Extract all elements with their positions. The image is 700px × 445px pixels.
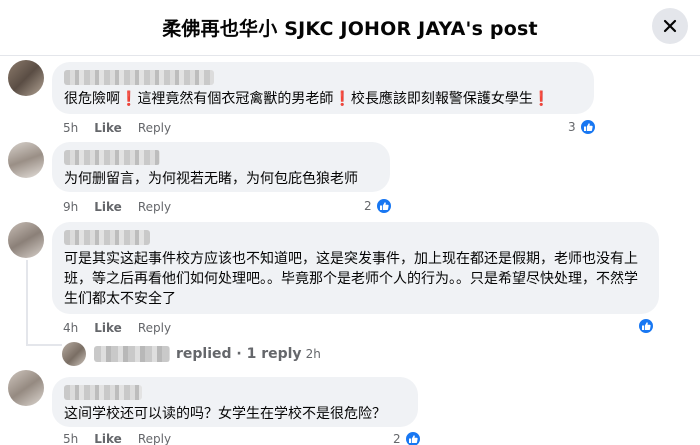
replies-time: 2h <box>305 347 321 361</box>
comment-text: 可是其实这起事件校方应该也不知道吧，这是突发事件，加上现在都还是假期，老师也没有… <box>64 251 638 307</box>
comment-bubble: 这间学校还可以读的吗？女学生在学校不是很危险？ <box>52 377 418 427</box>
comment-text: 为何删留言，为何视若无睹，为何包庇色狼老师 <box>64 171 358 187</box>
comment-time[interactable]: 5h <box>63 121 78 135</box>
comment-text-part: 校長應該即刻報警保護女學生 <box>350 91 533 107</box>
like-reaction-icon <box>578 118 597 136</box>
reaction-summary[interactable] <box>637 317 655 335</box>
comment-text-part: 這裡竟然有個衣冠禽獸的男老師 <box>137 91 334 107</box>
like-button[interactable]: Like <box>94 321 122 335</box>
reaction-count: 2 <box>393 432 401 445</box>
commenter-name-blurred[interactable] <box>64 230 150 245</box>
like-reaction-icon <box>403 430 422 445</box>
like-button[interactable]: Like <box>94 121 122 135</box>
avatar[interactable] <box>8 222 44 258</box>
comment-actions: 5h Like Reply <box>63 432 171 445</box>
thread-line <box>26 260 28 346</box>
reaction-summary[interactable]: 2 <box>393 430 422 445</box>
thread-connector <box>26 344 62 346</box>
comment-time[interactable]: 9h <box>63 200 78 214</box>
comment-text: 这间学校还可以读的吗？女学生在学校不是很危险？ <box>64 406 386 422</box>
reply-button[interactable]: Reply <box>138 321 171 335</box>
like-button[interactable]: Like <box>94 200 122 214</box>
commenter-name-blurred[interactable] <box>64 70 214 85</box>
comment-actions: 9h Like Reply <box>63 200 171 214</box>
commenter-name-blurred[interactable] <box>64 150 160 165</box>
commenter-name-blurred[interactable] <box>64 385 142 400</box>
comment-bubble: 可是其实这起事件校方应该也不知道吧，这是突发事件，加上现在都还是假期，老师也没有… <box>52 222 659 314</box>
comment-actions: 4h Like Reply <box>63 321 171 335</box>
comment-time[interactable]: 4h <box>63 321 78 335</box>
exclamation-icon: ❗ <box>333 91 351 107</box>
comment-text-part: 很危險啊 <box>64 91 120 107</box>
comment-time[interactable]: 5h <box>63 432 78 445</box>
comment-bubble: 为何删留言，为何视若无睹，为何包庇色狼老师 <box>52 142 390 192</box>
avatar[interactable] <box>8 60 44 96</box>
comment-actions: 5h Like Reply <box>63 121 171 135</box>
close-icon <box>663 19 677 33</box>
reply-button[interactable]: Reply <box>138 432 171 445</box>
like-button[interactable]: Like <box>94 432 122 445</box>
reaction-summary[interactable]: 3 <box>568 118 597 136</box>
exclamation-icon: ❗ <box>532 91 551 107</box>
comment-bubble: 很危險啊❗這裡竟然有個衣冠禽獸的男老師❗校長應該即刻報警保護女學生❗ <box>52 62 594 114</box>
avatar[interactable] <box>8 142 44 178</box>
reply-button[interactable]: Reply <box>138 200 171 214</box>
comment-text: 很危險啊❗這裡竟然有個衣冠禽獸的男老師❗校長應該即刻報警保護女學生❗ <box>64 89 582 109</box>
exclamation-icon: ❗ <box>120 91 138 107</box>
like-reaction-icon <box>374 197 393 215</box>
dialog-title: 柔佛再也华小 SJKC JOHOR JAYA's post <box>162 18 538 40</box>
reply-avatar <box>62 342 86 366</box>
post-dialog-header: 柔佛再也华小 SJKC JOHOR JAYA's post <box>0 0 700 56</box>
view-replies-link[interactable]: replied · 1 reply 2h <box>62 342 321 366</box>
reaction-count: 2 <box>364 199 372 213</box>
replier-name-blurred <box>94 346 170 362</box>
close-button[interactable] <box>652 8 688 44</box>
reaction-summary[interactable]: 2 <box>364 197 393 215</box>
avatar[interactable] <box>8 370 44 406</box>
reaction-count: 3 <box>568 120 576 134</box>
reply-button[interactable]: Reply <box>138 121 171 135</box>
replies-summary-text: replied · 1 reply <box>176 346 302 362</box>
like-reaction-icon <box>637 317 655 335</box>
